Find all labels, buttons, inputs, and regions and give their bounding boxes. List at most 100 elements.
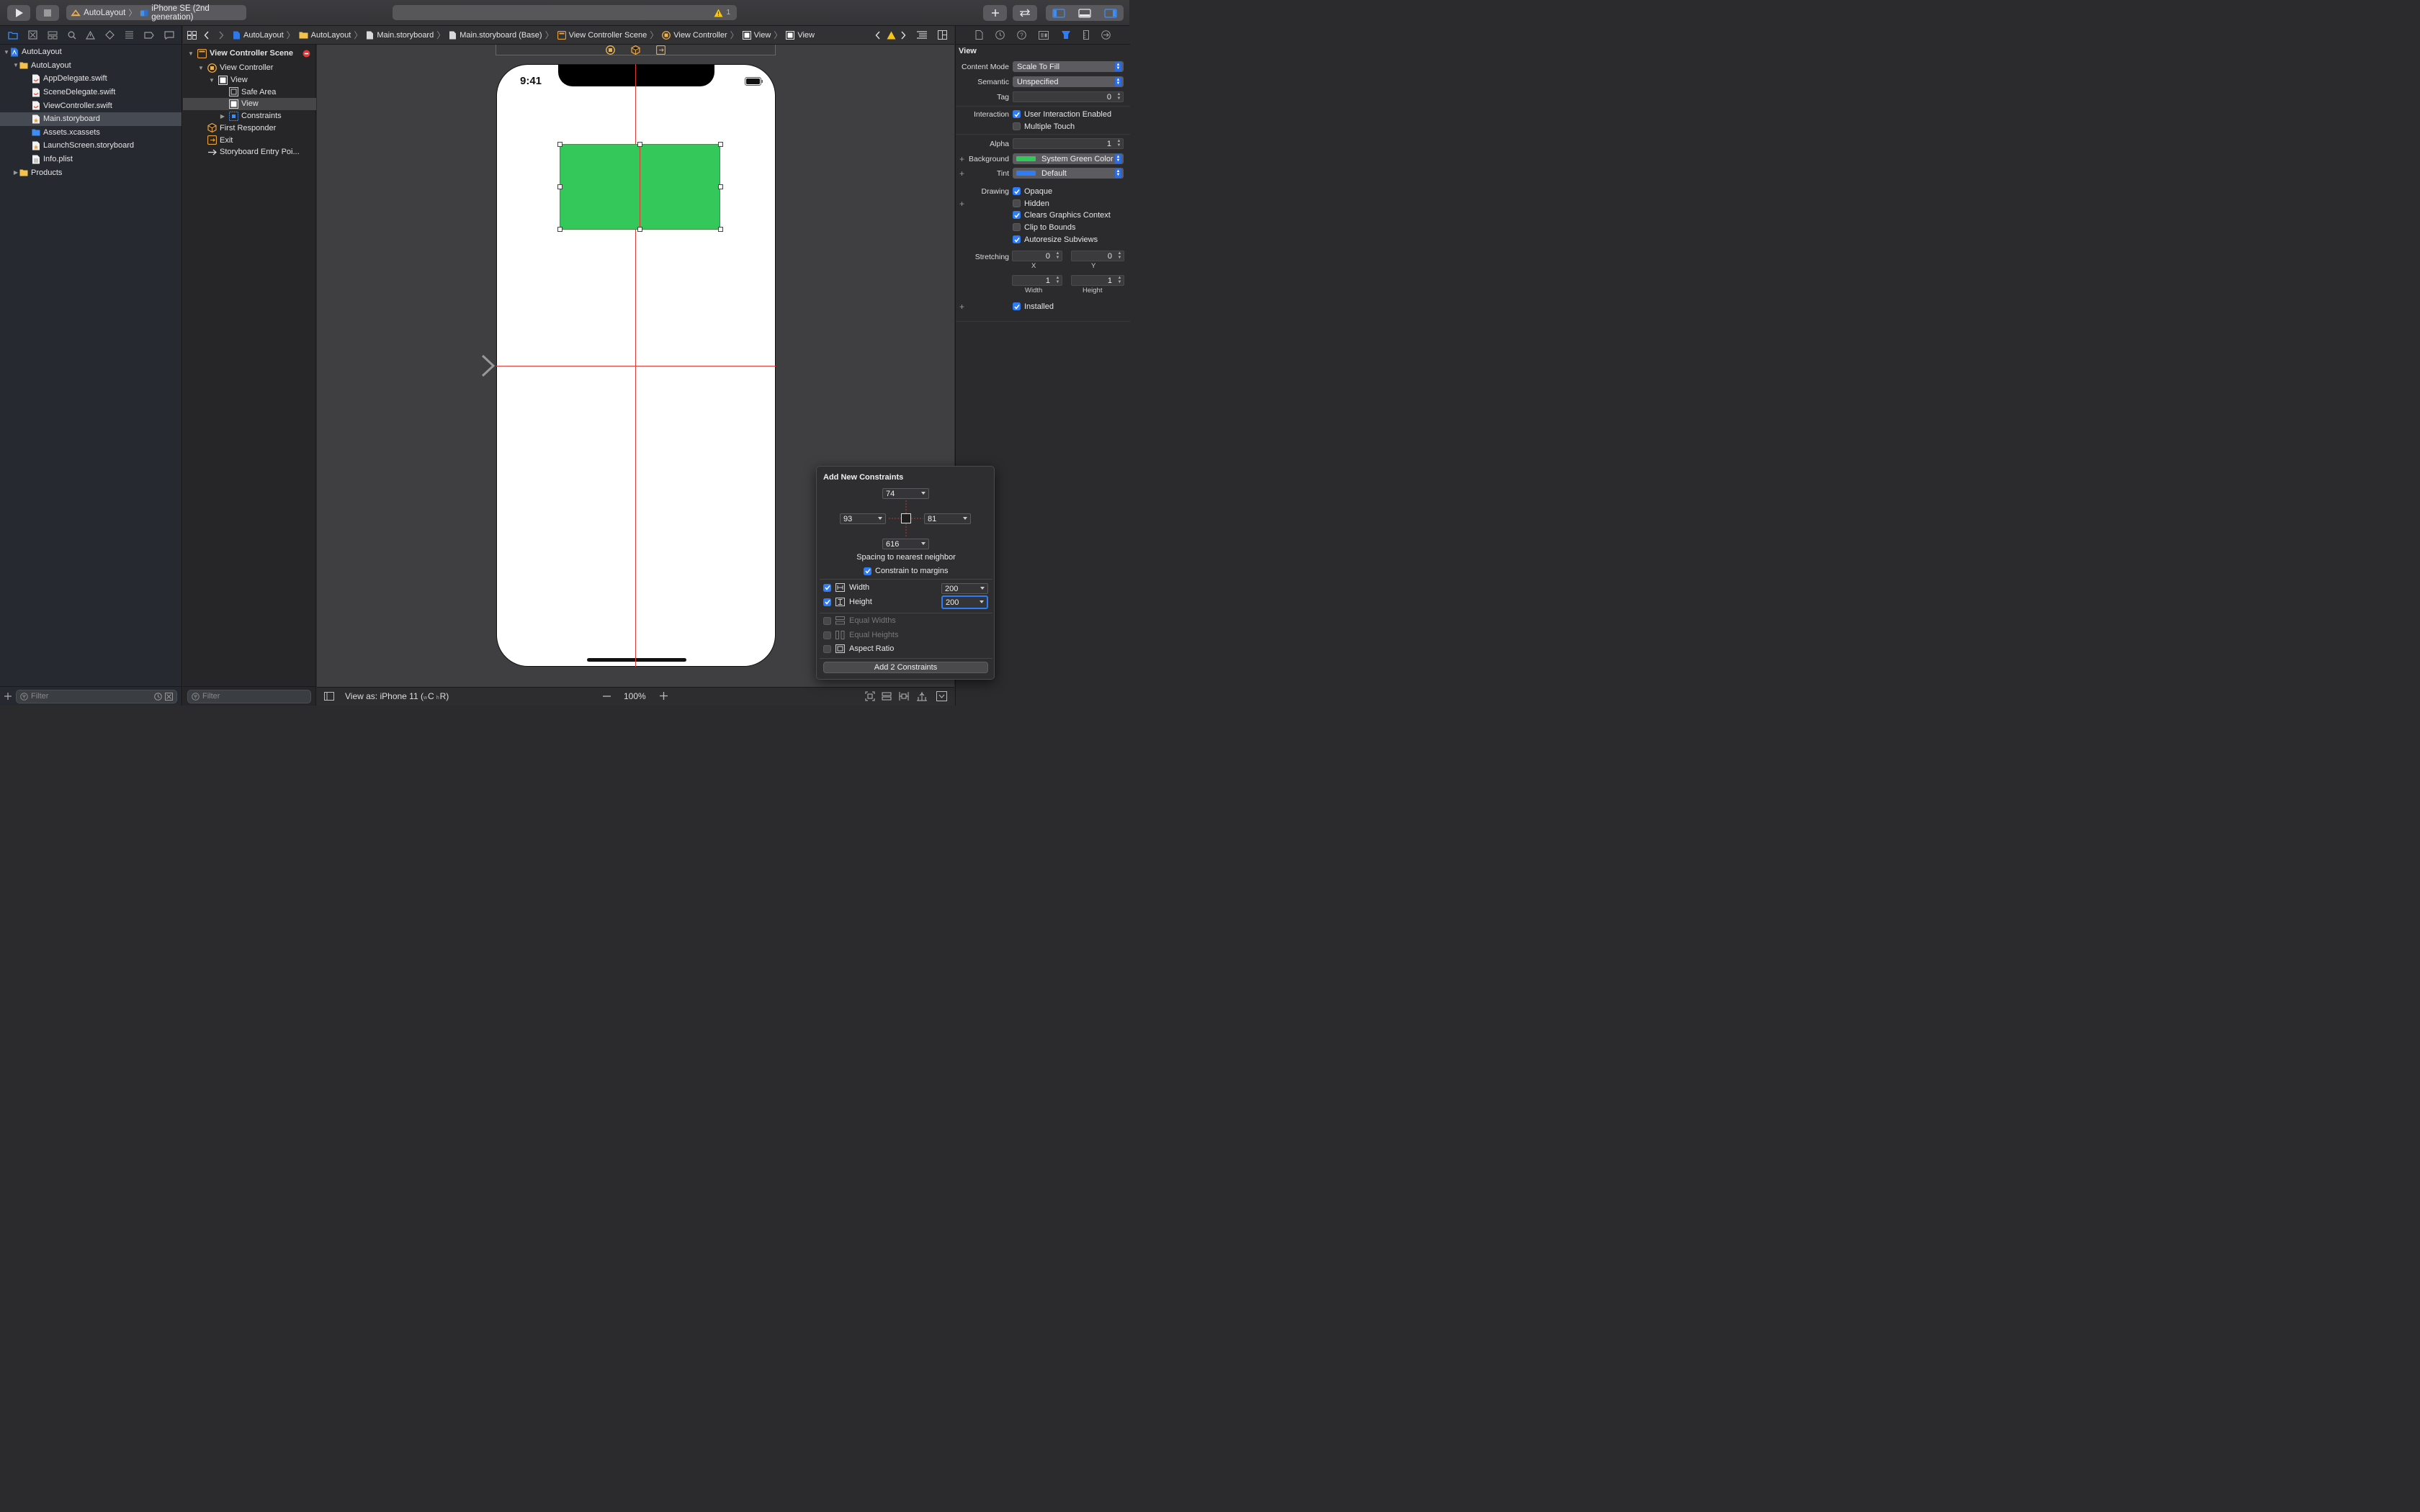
tree-file[interactable]: Info.plist [0, 153, 182, 166]
trailing-spacing-field[interactable]: 81 [924, 513, 971, 524]
first-responder-icon[interactable] [631, 45, 640, 55]
report-icon[interactable] [164, 30, 174, 40]
zoom-in-icon[interactable] [660, 692, 668, 700]
resize-handle[interactable] [557, 184, 563, 189]
inspector-toggle-icon[interactable] [1104, 8, 1117, 18]
next-issue-icon[interactable] [900, 31, 906, 40]
add-variation-icon[interactable]: + [959, 199, 964, 209]
width-value-field[interactable]: 200 [941, 583, 988, 594]
clears-context-checkbox[interactable]: Clears Graphics Context [1013, 211, 1111, 220]
scheme-selector[interactable]: AutoLayout 〉 iPhone SE (2nd generation) [66, 4, 246, 22]
equal-widths-checkbox[interactable]: Equal Widths [823, 616, 896, 625]
source-control-icon[interactable] [28, 30, 37, 40]
outline-toggle-icon[interactable] [324, 692, 334, 701]
hidden-checkbox[interactable]: Hidden [1013, 199, 1049, 208]
crumb-group[interactable]: AutoLayout [299, 31, 351, 40]
opaque-checkbox[interactable]: Opaque [1013, 187, 1052, 196]
test-icon[interactable] [105, 30, 115, 40]
issue-warning-icon[interactable] [887, 31, 896, 40]
tree-file[interactable]: SceneDelegate.swift [0, 86, 182, 99]
disclosure-closed-icon[interactable]: ▶ [219, 113, 226, 120]
size-inspector-icon[interactable] [1083, 30, 1090, 40]
align-icon[interactable] [899, 691, 909, 701]
attributes-inspector-icon[interactable] [1061, 30, 1071, 40]
find-icon[interactable] [68, 31, 76, 40]
entry-point-arrow-icon[interactable] [425, 353, 497, 379]
stop-button[interactable] [36, 5, 59, 21]
related-items-icon[interactable] [187, 30, 197, 40]
outline-scene[interactable]: ▼ View Controller Scene [183, 48, 316, 60]
crumb-project[interactable]: AutoLayout [233, 31, 284, 40]
width-checkbox[interactable]: Width [823, 583, 869, 592]
stepper-icon[interactable]: ▲ ▼ [1116, 139, 1121, 148]
tree-file[interactable]: LaunchScreen.storyboard [0, 139, 182, 153]
forward-icon[interactable] [218, 31, 224, 40]
crumb-subview[interactable]: View [786, 30, 815, 40]
stepper-icon[interactable]: ▲ ▼ [1055, 276, 1060, 284]
run-button[interactable] [7, 5, 30, 21]
outline-safe-area[interactable]: Safe Area [183, 86, 316, 98]
stepper-icon[interactable]: ▲ ▼ [1116, 92, 1121, 101]
green-view[interactable] [557, 142, 723, 232]
crumb-scene[interactable]: View Controller Scene [557, 30, 647, 40]
recent-files-icon[interactable] [154, 692, 162, 701]
alpha-field[interactable]: 1 ▲ ▼ [1013, 138, 1124, 149]
resize-handle[interactable] [557, 142, 563, 147]
identity-inspector-icon[interactable] [1038, 30, 1049, 40]
outline-exit[interactable]: Exit [183, 134, 316, 146]
stepper-icon[interactable]: ▲ ▼ [1117, 251, 1122, 260]
clip-bounds-checkbox[interactable]: Clip to Bounds [1013, 223, 1076, 232]
dropdown-arrow-icon[interactable] [921, 492, 926, 495]
add-variation-icon[interactable]: + [959, 168, 964, 179]
back-icon[interactable] [204, 31, 210, 40]
aspect-ratio-checkbox[interactable]: Aspect Ratio [823, 644, 894, 653]
outline-root-view[interactable]: ▼ View [183, 74, 316, 86]
resize-handle[interactable] [637, 227, 642, 232]
crumb-view[interactable]: View [742, 30, 771, 40]
crumb-file[interactable]: Main.storyboard [366, 31, 434, 40]
view-as-label[interactable]: View as: iPhone 11 ( w C h R) [345, 691, 449, 701]
previous-issue-icon[interactable] [875, 31, 881, 40]
tree-file[interactable]: ViewController.swift [0, 99, 182, 112]
embed-in-icon[interactable] [882, 691, 892, 701]
navigator-toggle-icon[interactable] [1052, 8, 1065, 18]
disclosure-open-icon[interactable]: ▼ [187, 50, 194, 57]
tree-file[interactable]: Assets.xcassets [0, 126, 182, 140]
add-variation-icon[interactable]: + [959, 154, 964, 164]
dropdown-arrow-icon[interactable] [963, 517, 967, 520]
issue-icon[interactable] [86, 30, 96, 40]
tree-group[interactable]: ▶ Products [0, 166, 182, 179]
activity-view[interactable]: 1 [393, 5, 737, 20]
resize-handle[interactable] [718, 227, 723, 232]
outline-filter[interactable]: Filter [187, 689, 311, 703]
top-spacing-field[interactable]: 74 [882, 488, 929, 499]
bottom-spacing-field[interactable]: 616 [882, 539, 929, 549]
library-button[interactable] [983, 5, 1007, 21]
add-constraints-icon[interactable] [916, 691, 928, 701]
error-icon[interactable] [302, 50, 310, 58]
content-mode-popup[interactable]: Scale To Fill ▲ ▼ [1013, 61, 1124, 72]
connections-inspector-icon[interactable] [1101, 30, 1111, 40]
outline-entry-point[interactable]: Storyboard Entry Poi... [183, 146, 316, 158]
debug-area-toggle-icon[interactable] [1078, 8, 1091, 18]
folder-icon[interactable] [8, 31, 18, 40]
resize-handle[interactable] [718, 142, 723, 147]
tree-project[interactable]: ▼ AutoLayout [0, 45, 182, 59]
equal-heights-checkbox[interactable]: Equal Heights [823, 631, 899, 639]
outline-view-controller[interactable]: ▼ View Controller [183, 62, 316, 74]
stretch-width-field[interactable]: 1 ▲ ▼ [1012, 275, 1062, 286]
resolve-issues-icon[interactable] [936, 691, 947, 701]
tree-file-selected[interactable]: Main.storyboard [0, 112, 182, 126]
split-editor-icon[interactable] [938, 30, 947, 40]
history-inspector-icon[interactable] [995, 30, 1005, 40]
resize-handle[interactable] [637, 142, 642, 147]
symbol-icon[interactable] [48, 31, 58, 40]
update-frames-icon[interactable] [865, 691, 875, 701]
resize-handle[interactable] [718, 184, 723, 189]
resize-handle[interactable] [557, 227, 563, 232]
zoom-out-icon[interactable] [603, 696, 611, 697]
editor-options-icon[interactable] [916, 30, 928, 40]
breakpoint-icon[interactable] [144, 31, 154, 39]
scm-filter-icon[interactable] [165, 692, 173, 701]
disclosure-open-icon[interactable]: ▼ [3, 49, 10, 55]
